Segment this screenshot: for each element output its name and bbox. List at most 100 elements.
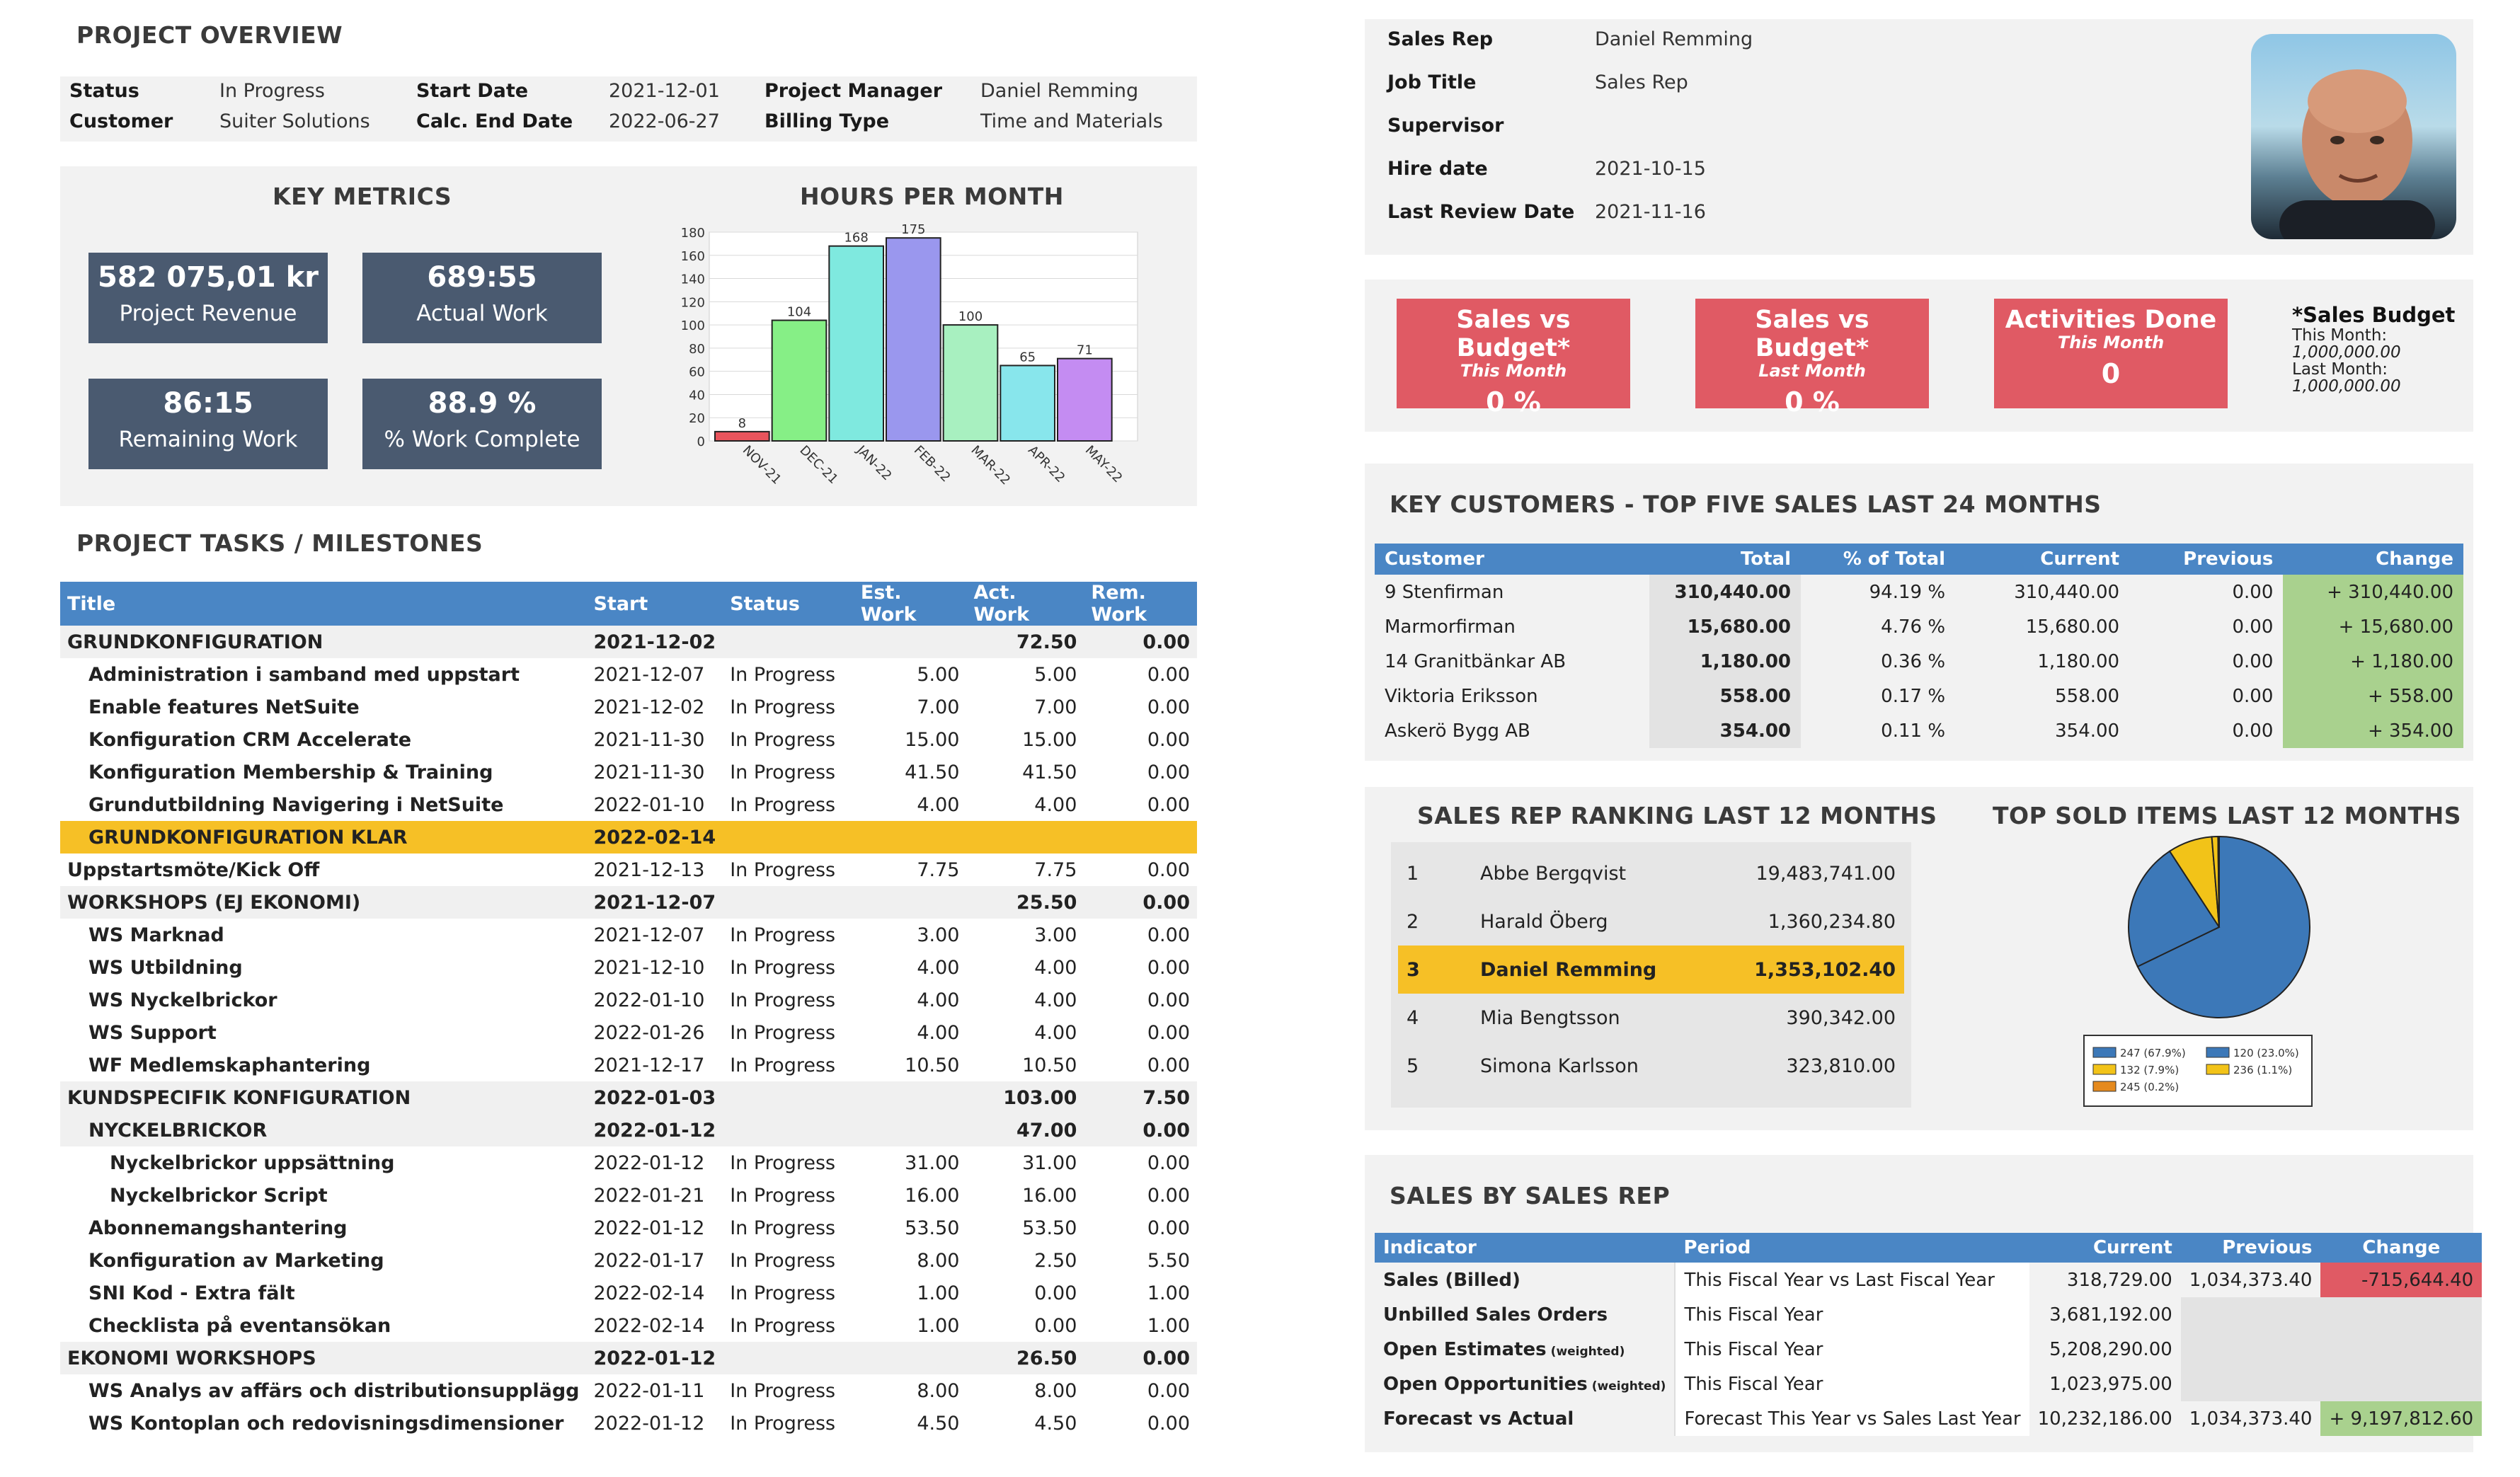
group-row[interactable]: GRUNDKONFIGURATION 2021-12-02 72.50 0.00 bbox=[60, 626, 1197, 658]
task-est-work: 4.00 bbox=[917, 1021, 960, 1044]
col-previous[interactable]: Previous bbox=[2129, 544, 2284, 575]
customer-row[interactable]: 14 Granitbänkar AB 1,180.00 0.36 % 1,180.00… bbox=[1375, 644, 2463, 679]
task-row[interactable]: WS Marknad 2021-12-07 In Progress 3.00 3.00 0… bbox=[60, 919, 1197, 951]
task-act-work: 15.00 bbox=[1022, 728, 1077, 751]
task-start: 2021-12-17 bbox=[593, 1054, 705, 1076]
col-current[interactable]: Current bbox=[2029, 1233, 2181, 1263]
task-rem-work: 1.00 bbox=[1147, 1282, 1190, 1304]
task-row[interactable]: WS Utbildning 2021-12-10 In Progress 4.00 4.… bbox=[60, 951, 1197, 984]
task-row[interactable]: WF Medlemskaphantering 2021-12-17 In Progr… bbox=[60, 1049, 1197, 1081]
task-rem-work: 0.00 bbox=[1084, 626, 1197, 658]
customer-row[interactable]: Marmorfirman 15,680.00 4.76 % 15,680.00 0.00… bbox=[1375, 609, 2463, 644]
task-title: SNI Kod - Extra fält bbox=[88, 1282, 295, 1304]
customer-total: 310,440.00 bbox=[1649, 575, 1802, 609]
project-manager-value[interactable]: Daniel Remming bbox=[980, 80, 1138, 102]
col-change[interactable]: Change bbox=[2320, 1233, 2482, 1263]
sales-indicator-row[interactable]: Sales (Billed) This Fiscal Year vs Last F… bbox=[1375, 1263, 2482, 1297]
end-date-value: 2022-06-27 bbox=[609, 110, 720, 132]
sales-indicator-row[interactable]: Forecast vs Actual Forecast This Year vs … bbox=[1375, 1401, 2482, 1436]
col-est-work[interactable]: Est. Work bbox=[853, 582, 967, 626]
task-row[interactable]: Grundutbildning Navigering i NetSuite 202… bbox=[60, 788, 1197, 821]
sales-indicator-row[interactable]: Unbilled Sales Orders This Fiscal Year 3,6… bbox=[1375, 1297, 2482, 1332]
task-rem-work: 0.00 bbox=[1147, 696, 1190, 718]
col-current[interactable]: Current bbox=[1955, 544, 2130, 575]
customer-name[interactable]: Viktoria Eriksson bbox=[1375, 679, 1649, 713]
task-row[interactable]: Nyckelbrickor Script 2022-01-21 In Progres… bbox=[60, 1179, 1197, 1212]
rank-number: 5 bbox=[1407, 1054, 1419, 1077]
task-row[interactable]: Konfiguration Membership & Training 2021-… bbox=[60, 756, 1197, 788]
task-status: In Progress bbox=[730, 1379, 836, 1402]
group-row[interactable]: WORKSHOPS (EJ EKONOMI) 2021-12-07 25.50 0.0… bbox=[60, 886, 1197, 919]
task-row[interactable]: SNI Kod - Extra fält 2022-02-14 In Progres… bbox=[60, 1277, 1197, 1309]
col-indicator[interactable]: Indicator bbox=[1375, 1233, 1676, 1263]
task-row[interactable]: Nyckelbrickor uppsättning 2022-01-12 In Pr… bbox=[60, 1146, 1197, 1179]
col-change[interactable]: Change bbox=[2283, 544, 2463, 575]
customer-row[interactable]: 9 Stenfirman 310,440.00 94.19 % 310,440.00 0… bbox=[1375, 575, 2463, 609]
ranking-row[interactable]: 4 Mia Bengtsson 390,342.00 bbox=[1398, 994, 1904, 1042]
col-title[interactable]: Title bbox=[60, 582, 587, 626]
col-pct-total[interactable]: % of Total bbox=[1801, 544, 1956, 575]
sales-indicator-row[interactable]: Open Opportunities (weighted) This Fiscal … bbox=[1375, 1367, 2482, 1401]
task-est-work bbox=[853, 886, 967, 919]
ranking-row[interactable]: 2 Harald Öberg 1,360,234.80 bbox=[1398, 897, 1904, 946]
kpi-title: Sales vs Budget* bbox=[1456, 306, 1571, 362]
task-row[interactable]: Administration i samband med uppstart 202… bbox=[60, 658, 1197, 691]
col-previous[interactable]: Previous bbox=[2180, 1233, 2321, 1263]
task-status: In Progress bbox=[730, 1314, 836, 1337]
indicator-current: 5,208,290.00 bbox=[2049, 1338, 2172, 1360]
indicator-period: This Fiscal Year bbox=[1674, 1367, 2029, 1401]
kpi-sub: This Month bbox=[1460, 361, 1567, 381]
indicator-previous bbox=[2180, 1332, 2321, 1367]
metric-remaining-work: 86:15 Remaining Work bbox=[88, 379, 328, 469]
customer-name[interactable]: Askerö Bygg AB bbox=[1375, 713, 1649, 748]
task-status bbox=[723, 821, 854, 854]
ranking-row[interactable]: 1 Abbe Bergqvist 19,483,741.00 bbox=[1398, 849, 1904, 897]
group-row[interactable]: KUNDSPECIFIK KONFIGURATION 2022-01-03 103.… bbox=[60, 1081, 1197, 1114]
task-row[interactable]: Konfiguration av Marketing 2022-01-17 In P… bbox=[60, 1244, 1197, 1277]
col-total[interactable]: Total bbox=[1649, 544, 1802, 575]
group-row[interactable]: NYCKELBRICKOR 2022-01-12 47.00 0.00 bbox=[60, 1114, 1197, 1146]
task-row[interactable]: Konfiguration CRM Accelerate 2021-11-30 In… bbox=[60, 723, 1197, 756]
task-est-work: 15.00 bbox=[905, 728, 960, 751]
metric-label: Actual Work bbox=[416, 301, 548, 326]
bar-apr-22 bbox=[1000, 364, 1056, 442]
legend-swatch bbox=[2092, 1047, 2117, 1058]
col-act-work[interactable]: Act. Work bbox=[966, 582, 1084, 626]
task-est-work: 4.00 bbox=[917, 956, 960, 979]
milestone-row[interactable]: GRUNDKONFIGURATION KLAR 2022-02-14 bbox=[60, 821, 1197, 854]
col-start[interactable]: Start bbox=[586, 582, 723, 626]
task-status: In Progress bbox=[730, 1412, 836, 1435]
customer-value[interactable]: Suiter Solutions bbox=[219, 110, 370, 132]
ranking-row[interactable]: 5 Simona Karlsson 323,810.00 bbox=[1398, 1042, 1904, 1090]
task-row[interactable]: WS Kontoplan och redovisningsdimensioner… bbox=[60, 1407, 1197, 1439]
indicator-suffix: (weighted) bbox=[1591, 1379, 1666, 1393]
ranking-row[interactable]: 3 Daniel Remming 1,353,102.40 bbox=[1398, 946, 1904, 994]
indicator-period: Forecast This Year vs Sales Last Year bbox=[1674, 1401, 2029, 1436]
task-row[interactable]: WS Analys av affärs och distributionsupp… bbox=[60, 1374, 1197, 1407]
task-row[interactable]: WS Nyckelbrickor 2022-01-10 In Progress 4.0… bbox=[60, 984, 1197, 1016]
col-rem-work[interactable]: Rem. Work bbox=[1084, 582, 1197, 626]
customer-name[interactable]: 9 Stenfirman bbox=[1375, 575, 1649, 609]
task-status: In Progress bbox=[730, 761, 836, 783]
task-status: In Progress bbox=[730, 1217, 836, 1239]
task-est-work: 53.50 bbox=[905, 1217, 960, 1239]
customer-name[interactable]: 14 Granitbänkar AB bbox=[1375, 644, 1649, 679]
task-row[interactable]: WS Support 2022-01-26 In Progress 4.00 4.00 0… bbox=[60, 1016, 1197, 1049]
customer-name[interactable]: Marmorfirman bbox=[1375, 609, 1649, 644]
kpi-value: 0 % bbox=[1486, 386, 1541, 418]
col-period[interactable]: Period bbox=[1675, 1233, 2029, 1263]
kpi-sales-vs-budget-last-month: Sales vs Budget* Last Month 0 % bbox=[1695, 299, 1929, 418]
indicator-cell: Open Estimates (weighted) bbox=[1375, 1332, 1675, 1367]
task-row[interactable]: Enable features NetSuite 2021-12-02 In Pro… bbox=[60, 691, 1197, 723]
col-status[interactable]: Status bbox=[723, 582, 854, 626]
sales-indicator-row[interactable]: Open Estimates (weighted) This Fiscal Year… bbox=[1375, 1332, 2482, 1367]
task-row[interactable]: Abonnemangshantering 2022-01-12 In Progres… bbox=[60, 1212, 1197, 1244]
customer-row[interactable]: Askerö Bygg AB 354.00 0.11 % 354.00 0.00 + 35… bbox=[1375, 713, 2463, 748]
col-customer[interactable]: Customer bbox=[1375, 544, 1649, 575]
group-row[interactable]: EKONOMI WORKSHOPS 2022-01-12 26.50 0.00 bbox=[60, 1342, 1197, 1374]
task-title: NYCKELBRICKOR bbox=[60, 1114, 587, 1146]
task-row[interactable]: Checklista på eventansökan 2022-02-14 In P… bbox=[60, 1309, 1197, 1342]
task-act-work: 4.00 bbox=[1034, 793, 1077, 816]
task-row[interactable]: Uppstartsmöte/Kick Off 2021-12-13 In Progr… bbox=[60, 854, 1197, 886]
customer-row[interactable]: Viktoria Eriksson 558.00 0.17 % 558.00 0.00 +… bbox=[1375, 679, 2463, 713]
